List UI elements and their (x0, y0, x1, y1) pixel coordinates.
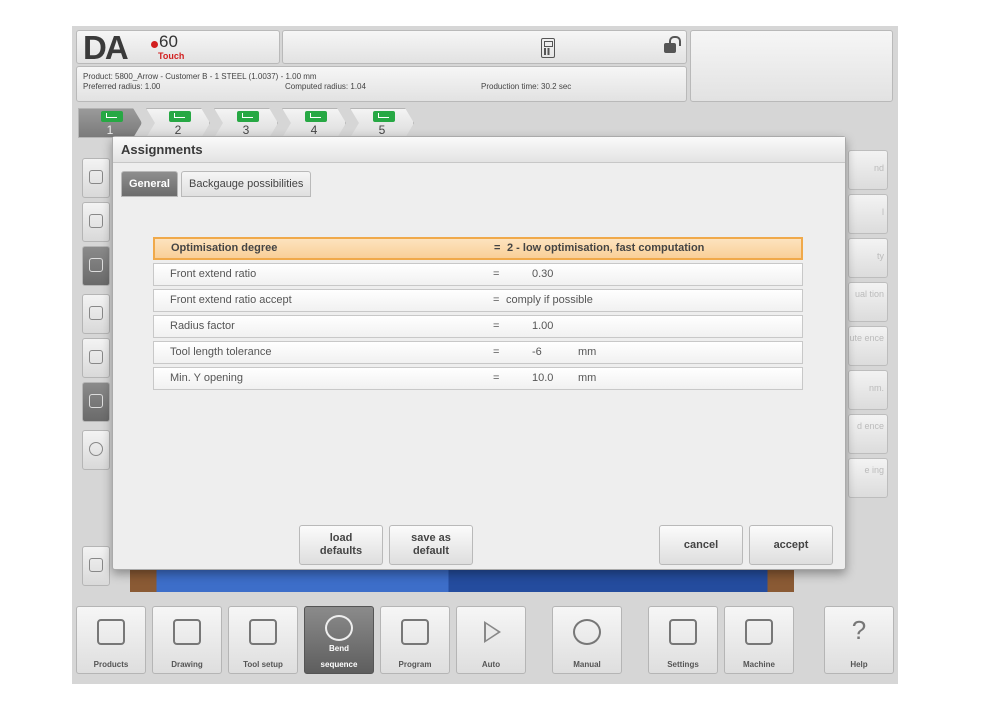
logo-panel: DA 60 Touch (76, 29, 280, 66)
logo-dot-icon (151, 41, 158, 48)
step-ok-icon (373, 111, 395, 122)
step-ok-icon (237, 111, 259, 122)
preferred-radius: Preferred radius: 1.00 (83, 82, 161, 91)
step-ok-icon (101, 111, 123, 122)
bend-sequence-icon (325, 615, 353, 641)
bend-step-1[interactable]: 1 (78, 108, 142, 138)
param-row-front-extend-ratio[interactable]: Front extend ratio = 0.30 (153, 263, 803, 286)
accept-button[interactable]: accept (749, 525, 833, 565)
tab-general[interactable]: General (121, 171, 178, 197)
chevron-left-icon (89, 214, 103, 228)
spring-icon (89, 558, 103, 572)
view-3d-button[interactable] (82, 246, 110, 286)
param-row-radius-factor[interactable]: Radius factor = 1.00 (153, 315, 803, 338)
at-icon (89, 442, 103, 456)
operator-icon (89, 350, 103, 364)
bend-step-2[interactable]: 2 (146, 108, 210, 138)
calculator-icon[interactable] (541, 38, 555, 58)
product-info-panel: Product: 5800_Arrow - Customer B - 1 STE… (76, 66, 687, 102)
assignments-dialog: Assignments General Backgauge possibilit… (112, 136, 846, 570)
title-bar (282, 30, 687, 64)
cancel-button[interactable]: cancel (659, 525, 743, 565)
nav-settings[interactable]: Settings (648, 606, 718, 674)
view-3d-icon (89, 258, 103, 272)
bend-step-4[interactable]: 4 (282, 108, 346, 138)
play-icon (484, 621, 501, 643)
bend-step-3[interactable]: 3 (214, 108, 278, 138)
drawing-icon (173, 619, 201, 645)
param-row-min-y-opening[interactable]: Min. Y opening = 10.0 mm (153, 367, 803, 390)
right-button-7[interactable]: d ence (848, 414, 888, 454)
nav-tool-setup[interactable]: Tool setup (228, 606, 298, 674)
operator-button[interactable] (82, 338, 110, 378)
previous-button[interactable] (82, 202, 110, 242)
parameter-list: Optimisation degree = 2 - low optimisati… (153, 237, 803, 393)
production-time: Production time: 30.2 sec (481, 82, 572, 91)
nav-auto[interactable]: Auto (456, 606, 526, 674)
nav-help[interactable]: ? Help (824, 606, 894, 674)
folder-icon (97, 619, 125, 645)
hand-icon (573, 619, 601, 645)
nav-drawing[interactable]: Drawing (152, 606, 222, 674)
step-ok-icon (169, 111, 191, 122)
right-button-2[interactable]: l (848, 194, 888, 234)
machine-view-icon (89, 394, 103, 408)
param-row-tool-length-tolerance[interactable]: Tool length tolerance = -6 mm (153, 341, 803, 364)
bend-step-5[interactable]: 5 (350, 108, 414, 138)
settings-icon (669, 619, 697, 645)
unlock-icon[interactable] (664, 36, 681, 53)
controller-screen: DA 60 Touch Product: 5800_Arrow - Custom… (72, 26, 898, 684)
product-info: Product: 5800_Arrow - Customer B - 1 STE… (83, 72, 317, 81)
param-row-front-extend-ratio-accept[interactable]: Front extend ratio accept = comply if po… (153, 289, 803, 312)
chevron-down-icon (89, 306, 103, 320)
right-button-4[interactable]: ual tion (848, 282, 888, 322)
nav-machine[interactable]: Machine (724, 606, 794, 674)
tool-setup-icon (249, 619, 277, 645)
logo-model: 60 (159, 32, 178, 51)
status-panel (690, 30, 893, 102)
step-ok-icon (305, 111, 327, 122)
logo-brand: DA (83, 29, 129, 66)
at-button[interactable] (82, 430, 110, 470)
spring-button[interactable] (82, 546, 110, 586)
right-button-3[interactable]: ty (848, 238, 888, 278)
select-tool-button[interactable] (82, 158, 110, 198)
right-button-1[interactable]: nd (848, 150, 888, 190)
save-as-default-button[interactable]: save as default (389, 525, 473, 565)
expand-button[interactable] (82, 294, 110, 334)
help-icon: ? (851, 615, 867, 645)
right-button-6[interactable]: nm. (848, 370, 888, 410)
logo-sub: Touch (158, 51, 185, 61)
nav-products[interactable]: Products (76, 606, 146, 674)
load-defaults-button[interactable]: load defaults (299, 525, 383, 565)
select-icon (89, 170, 103, 184)
computed-radius: Computed radius: 1.04 (285, 82, 366, 91)
right-button-8[interactable]: e ing (848, 458, 888, 498)
program-icon (401, 619, 429, 645)
right-button-5[interactable]: ute ence (848, 326, 888, 366)
tab-backgauge-possibilities[interactable]: Backgauge possibilities (181, 171, 312, 197)
dialog-title: Assignments (113, 137, 845, 163)
param-row-optimisation-degree[interactable]: Optimisation degree = 2 - low optimisati… (153, 237, 803, 260)
machine-icon (745, 619, 773, 645)
nav-program[interactable]: Program (380, 606, 450, 674)
nav-bend-sequence[interactable]: Bend sequence (304, 606, 374, 674)
nav-manual[interactable]: Manual (552, 606, 622, 674)
machine-view-button[interactable] (82, 382, 110, 422)
